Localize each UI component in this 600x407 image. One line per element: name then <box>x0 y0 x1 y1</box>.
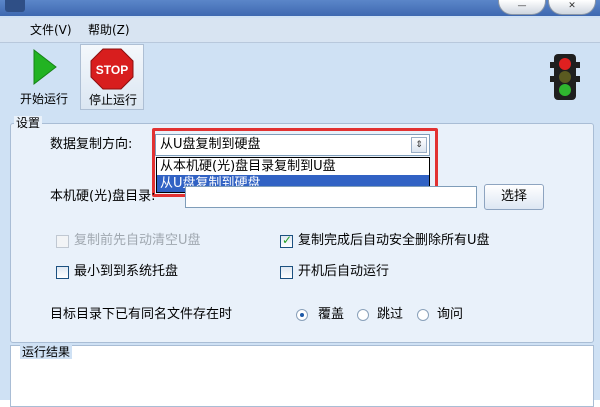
autostart-checkbox[interactable] <box>280 266 293 279</box>
start-button-label: 开始运行 <box>19 92 68 106</box>
results-panel[interactable] <box>10 345 594 407</box>
stop-sign-text: STOP <box>96 63 128 77</box>
menu-file[interactable]: 文件(V) <box>30 22 72 38</box>
minimize-tray-checkbox[interactable] <box>56 266 69 279</box>
conflict-label: 目标目录下已有同名文件存在时 <box>50 307 233 322</box>
ask-radio[interactable] <box>417 309 429 321</box>
menu-bar: 文件(V) 帮助(Z) <box>0 18 600 43</box>
skip-radio[interactable] <box>357 309 369 321</box>
minimize-icon: — <box>517 1 527 11</box>
title-bar: — ✕ <box>0 0 600 16</box>
clear-usb-checkbox[interactable] <box>56 235 69 248</box>
autostart-label: 开机后自动运行 <box>298 264 390 279</box>
local-dir-label: 本机硬(光)盘目录: <box>50 189 156 204</box>
stop-button[interactable]: STOP 停止运行 <box>80 44 144 110</box>
ask-label: 询问 <box>437 307 464 322</box>
menu-help[interactable]: 帮助(Z) <box>88 22 130 38</box>
overwrite-radio[interactable] <box>296 309 308 321</box>
overwrite-label: 覆盖 <box>318 307 345 322</box>
safe-remove-checkbox[interactable]: ✓ <box>280 233 293 248</box>
minimize-button[interactable]: — <box>498 0 546 15</box>
results-title: 运行结果 <box>20 345 73 359</box>
start-button[interactable]: 开始运行 <box>12 44 76 110</box>
clear-usb-label: 复制前先自动清空U盘 <box>74 233 201 248</box>
toolbar: 开始运行 STOP 停止运行 <box>10 44 590 114</box>
close-button[interactable]: ✕ <box>548 0 596 15</box>
play-icon <box>33 48 57 86</box>
stop-sign-icon: STOP <box>90 48 134 90</box>
radio-selected-dot <box>300 313 304 317</box>
local-dir-input[interactable] <box>185 186 477 208</box>
app-icon <box>5 0 25 12</box>
direction-label: 数据复制方向: <box>50 137 133 152</box>
select-button[interactable]: 选择 <box>484 184 544 210</box>
traffic-light-icon <box>550 54 580 100</box>
stop-button-label: 停止运行 <box>88 93 137 107</box>
safe-remove-label: 复制完成后自动安全删除所有U盘 <box>298 233 490 248</box>
settings-group-title: 设置 <box>14 116 43 130</box>
minimize-tray-label: 最小到到系统托盘 <box>74 264 179 279</box>
check-icon: ✓ <box>282 233 293 247</box>
close-icon: ✕ <box>568 1 576 11</box>
skip-label: 跳过 <box>377 307 404 322</box>
